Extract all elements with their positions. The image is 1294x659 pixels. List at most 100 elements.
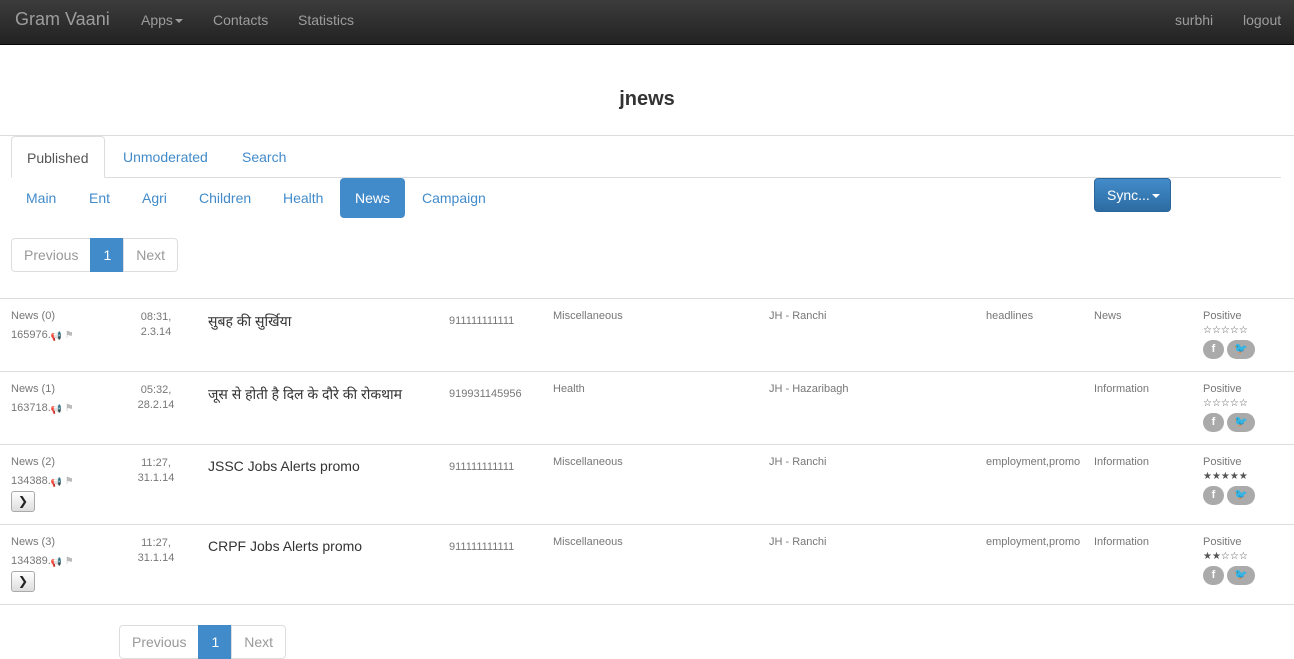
facebook-icon[interactable]: f xyxy=(1203,340,1224,359)
date-text: 31.1.14 xyxy=(137,552,175,564)
item-label: News (2) xyxy=(11,456,56,468)
sentiment: Positive xyxy=(1203,383,1242,395)
item-id-text: 163718. xyxy=(11,402,51,414)
pill-campaign[interactable]: Campaign xyxy=(407,178,501,218)
item-title[interactable]: जूस से होती है दिल के दौरे की रोकथाम xyxy=(208,385,402,404)
page-1-button[interactable]: 1 xyxy=(198,625,233,659)
pill-children[interactable]: Children xyxy=(184,178,266,218)
megaphone-icon[interactable]: 📢 xyxy=(51,477,62,487)
twitter-icon[interactable]: 🐦 xyxy=(1227,486,1255,505)
location: JH - Ranchi xyxy=(769,536,827,548)
divider xyxy=(0,604,1294,605)
category: Health xyxy=(553,383,585,395)
caret-down-icon xyxy=(174,19,183,24)
star-rating[interactable]: ☆☆☆☆☆ xyxy=(1203,398,1248,409)
next-button[interactable]: Next xyxy=(123,238,179,272)
phone-number: 911111111111 xyxy=(449,315,515,327)
location: JH - Ranchi xyxy=(769,310,827,322)
megaphone-icon[interactable]: 📢 xyxy=(51,331,62,341)
share-buttons: f 🐦 xyxy=(1203,486,1255,505)
date-text: 2.3.14 xyxy=(140,326,172,338)
pill-agri[interactable]: Agri xyxy=(127,178,182,218)
next-button[interactable]: Next xyxy=(231,625,287,659)
timestamp: 05:32, 28.2.14 xyxy=(128,383,184,413)
location: JH - Ranchi xyxy=(769,456,827,468)
twitter-icon[interactable]: 🐦 xyxy=(1227,340,1255,359)
top-navbar: Gram Vaani Apps Contacts Statistics surb… xyxy=(0,0,1294,45)
item-label: News (0) xyxy=(11,310,56,322)
table-row: News (3) 134389.📢 ⚑ ❯ 11:27, 31.1.14 CRPF … xyxy=(0,524,1294,604)
share-buttons: f 🐦 xyxy=(1203,340,1255,359)
pill-news[interactable]: News xyxy=(340,178,406,218)
date-text: 31.1.14 xyxy=(137,472,175,484)
location: JH - Hazaribagh xyxy=(769,383,849,395)
pill-ent[interactable]: Ent xyxy=(74,178,125,218)
date-text: 28.2.14 xyxy=(137,399,175,411)
item-title[interactable]: JSSC Jobs Alerts promo xyxy=(208,458,360,474)
megaphone-icon[interactable]: 📢 xyxy=(51,557,62,567)
megaphone-icon[interactable]: 📢 xyxy=(51,404,62,414)
item-id-text: 134389. xyxy=(11,555,51,567)
category: Miscellaneous xyxy=(553,310,623,322)
category: Miscellaneous xyxy=(553,536,623,548)
facebook-icon[interactable]: f xyxy=(1203,486,1224,505)
flag-icon[interactable]: ⚑ xyxy=(65,556,74,567)
apps-dropdown[interactable]: Apps xyxy=(141,12,183,28)
tab-published[interactable]: Published xyxy=(11,136,105,178)
item-type: Information xyxy=(1094,456,1150,468)
table-row: News (1) 163718.📢 ⚑ 05:32, 28.2.14 जूस से … xyxy=(0,371,1294,444)
table-row: News (2) 134388.📢 ⚑ ❯ 11:27, 31.1.14 JSSC … xyxy=(0,444,1294,524)
chevron-right-icon[interactable]: ❯ xyxy=(11,571,35,592)
star-rating[interactable]: ★★★★★ xyxy=(1203,471,1248,482)
facebook-icon[interactable]: f xyxy=(1203,566,1224,585)
item-title[interactable]: सुबह की सुर्खिया xyxy=(208,312,291,331)
timestamp: 11:27, 31.1.14 xyxy=(128,456,184,486)
tab-search[interactable]: Search xyxy=(227,136,301,178)
previous-button[interactable]: Previous xyxy=(11,238,92,272)
time-text: 05:32, xyxy=(140,384,172,396)
category: Miscellaneous xyxy=(553,456,623,468)
pill-main[interactable]: Main xyxy=(11,178,71,218)
twitter-icon[interactable]: 🐦 xyxy=(1227,566,1255,585)
user-link[interactable]: surbhi xyxy=(1175,12,1213,28)
item-label: News (3) xyxy=(11,536,56,548)
item-id: 163718.📢 ⚑ xyxy=(11,402,74,414)
brand-link[interactable]: Gram Vaani xyxy=(15,9,110,30)
facebook-icon[interactable]: f xyxy=(1203,413,1224,432)
flag-icon[interactable]: ⚑ xyxy=(65,476,74,487)
item-title[interactable]: CRPF Jobs Alerts promo xyxy=(208,538,362,554)
tags: employment,promo xyxy=(986,536,1081,548)
pagination-top: Previous 1 Next xyxy=(11,238,179,272)
contacts-link[interactable]: Contacts xyxy=(213,12,268,28)
page-1-button[interactable]: 1 xyxy=(90,238,125,272)
table-row: News (0) 165976.📢 ⚑ 08:31, 2.3.14 सुबह की … xyxy=(0,298,1294,371)
flag-icon[interactable]: ⚑ xyxy=(65,403,74,414)
chevron-right-icon[interactable]: ❯ xyxy=(11,491,35,512)
star-rating[interactable]: ☆☆☆☆☆ xyxy=(1203,325,1248,336)
item-id-text: 134388. xyxy=(11,475,51,487)
pill-health[interactable]: Health xyxy=(268,178,338,218)
page-title: jnews xyxy=(619,88,675,110)
phone-number: 911111111111 xyxy=(449,461,515,473)
star-rating[interactable]: ★★☆☆☆ xyxy=(1203,551,1248,562)
tab-unmoderated[interactable]: Unmoderated xyxy=(108,136,223,178)
item-label: News (1) xyxy=(11,383,56,395)
sync-button[interactable]: Sync... xyxy=(1094,178,1171,212)
sentiment: Positive xyxy=(1203,536,1242,548)
item-type: News xyxy=(1094,310,1122,322)
item-id: 134389.📢 ⚑ xyxy=(11,555,74,567)
timestamp: 11:27, 31.1.14 xyxy=(128,536,184,566)
flag-icon[interactable]: ⚑ xyxy=(65,330,74,341)
previous-button[interactable]: Previous xyxy=(119,625,200,659)
item-id-text: 165976. xyxy=(11,329,51,341)
sentiment: Positive xyxy=(1203,456,1242,468)
phone-number: 919931145956 xyxy=(449,388,522,400)
tags: headlines xyxy=(986,310,1034,322)
time-text: 11:27, xyxy=(141,537,171,549)
statistics-link[interactable]: Statistics xyxy=(298,12,354,28)
twitter-icon[interactable]: 🐦 xyxy=(1227,413,1255,432)
logout-link[interactable]: logout xyxy=(1243,12,1281,28)
share-buttons: f 🐦 xyxy=(1203,566,1255,585)
time-text: 11:27, xyxy=(141,457,171,469)
sentiment: Positive xyxy=(1203,310,1242,322)
